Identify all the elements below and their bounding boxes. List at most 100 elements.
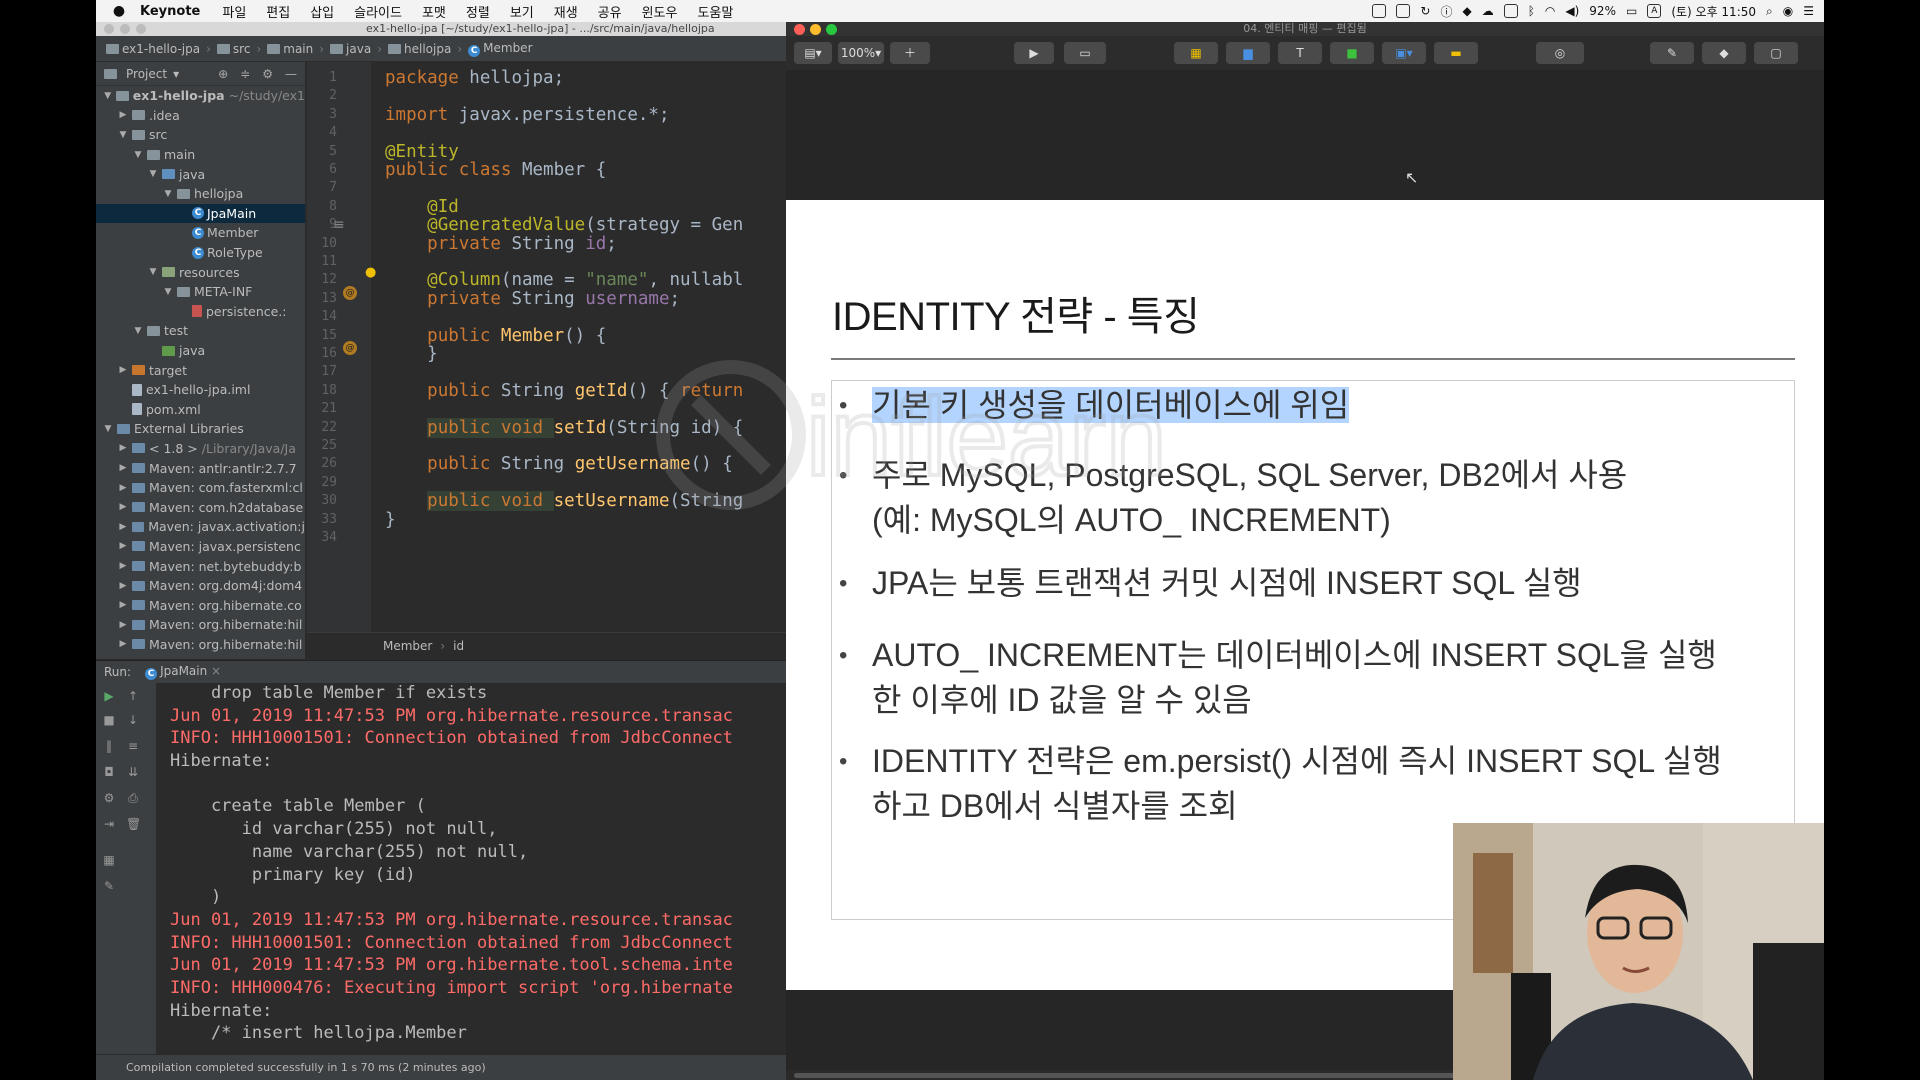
tree-item[interactable]: pom.xml <box>96 400 305 420</box>
collapse-arrow-icon[interactable]: ▼ <box>117 130 129 140</box>
menu-item-insert[interactable]: 삽입 <box>310 2 334 21</box>
ide-close-button[interactable] <box>104 24 114 34</box>
slide-title[interactable]: IDENTITY 전략 - 특징 <box>832 284 1200 342</box>
tree-item[interactable]: ▶ Maven: org.hibernate:hil <box>96 615 305 635</box>
code-line[interactable]: } <box>385 510 396 530</box>
apple-menu-icon[interactable]: ● <box>104 3 134 19</box>
menu-item-edit[interactable]: 편집 <box>266 2 290 21</box>
scroll-end-icon[interactable]: ⇊ <box>126 765 140 779</box>
collapse-icon[interactable]: ≑ <box>240 67 250 81</box>
breadcrumb-src[interactable]: src <box>216 42 250 56</box>
pause-icon[interactable]: ‖ <box>102 739 116 753</box>
tree-item[interactable]: ▼ test <box>96 321 305 341</box>
camera-icon[interactable]: ◘ <box>102 765 116 779</box>
shape-button[interactable]: ■ <box>1330 42 1374 64</box>
table-button[interactable]: ▦ <box>1174 42 1218 64</box>
code-line[interactable]: @Entity <box>385 142 459 162</box>
notification-center-icon[interactable]: ☰ <box>1803 4 1814 18</box>
menu-item-view[interactable]: 보기 <box>510 2 534 21</box>
play-button[interactable]: ▶ <box>1014 42 1054 64</box>
slide-bullet[interactable]: • 기본 키 생성을 데이터베이스에 위임 <box>834 383 1350 428</box>
shield-icon[interactable]: ◆ <box>1462 4 1471 18</box>
menu-item-window[interactable]: 윈도우 <box>642 2 678 21</box>
up-icon[interactable]: ↑ <box>126 689 140 703</box>
media-button[interactable]: ▣▾ <box>1382 42 1426 64</box>
ide-minimize-button[interactable] <box>120 24 130 34</box>
expand-arrow-icon[interactable]: ▶ <box>117 581 129 591</box>
expand-arrow-icon[interactable]: ▶ <box>117 365 129 375</box>
code-line[interactable]: private String username; <box>385 289 680 309</box>
menu-app-name[interactable]: Keynote <box>140 4 200 19</box>
tree-item[interactable]: ex1-hello-jpa.iml <box>96 380 305 400</box>
tree-item[interactable]: ▶ Maven: javax.activation:j <box>96 517 305 537</box>
code-line[interactable]: } <box>385 344 438 364</box>
code-line[interactable]: public Member() { <box>385 326 606 346</box>
expand-arrow-icon[interactable]: ▶ <box>117 483 129 493</box>
view-button[interactable]: ▤▾ <box>794 42 832 64</box>
field-marker-icon[interactable]: @ <box>343 286 357 300</box>
collaborate-button[interactable]: ◎ <box>1536 42 1584 64</box>
add-slide-button[interactable]: ＋ <box>890 42 930 64</box>
tree-item[interactable]: C JpaMain <box>96 203 305 224</box>
collapse-arrow-icon[interactable]: ▼ <box>147 169 159 179</box>
breadcrumb-java[interactable]: java <box>330 42 371 56</box>
slide-bullet[interactable]: • 주로 MySQL, PostgreSQL, SQL Server, DB2에서… <box>834 453 1627 543</box>
tree-item[interactable]: ▶ Maven: com.fasterxml:cl <box>96 478 305 498</box>
expand-arrow-icon[interactable]: ▶ <box>117 620 129 630</box>
notes-icon[interactable] <box>1372 4 1387 18</box>
code-line[interactable]: import javax.persistence.*; <box>385 105 669 125</box>
cloud-icon[interactable]: ☁ <box>1482 4 1494 18</box>
menu-item-share[interactable]: 공유 <box>598 2 622 21</box>
zoom-select[interactable]: 100%▾ <box>838 42 884 64</box>
tree-item[interactable]: ▼ ex1-hello-jpa ~/study/ex1 <box>96 86 305 106</box>
trash-icon[interactable]: 🗑 <box>126 817 141 831</box>
code-line[interactable]: @GeneratedValue(strategy = Gen <box>385 215 743 235</box>
tree-item[interactable]: ▼ java <box>96 164 305 184</box>
menu-item-arrange[interactable]: 정렬 <box>466 2 490 21</box>
tree-item[interactable]: ▶ Maven: net.bytebuddy:b <box>96 556 305 576</box>
collapse-arrow-icon[interactable]: ▼ <box>162 287 174 297</box>
siri-icon[interactable]: ◉ <box>1783 4 1793 18</box>
layout-icon[interactable]: ▦ <box>102 853 116 867</box>
locate-icon[interactable]: ⊕ <box>218 67 228 81</box>
chart-button[interactable]: ▆ <box>1226 42 1270 64</box>
code-line[interactable]: public class Member { <box>385 160 606 180</box>
bulb-icon[interactable]: ● <box>365 265 376 280</box>
collapse-arrow-icon[interactable]: ▼ <box>132 150 144 160</box>
format-button[interactable]: ✎ <box>1650 42 1694 64</box>
tree-item[interactable]: C Member <box>96 223 305 243</box>
keynote-live-button[interactable]: ▭ <box>1064 42 1106 64</box>
close-icon[interactable]: × <box>211 664 221 678</box>
settings-icon[interactable]: ⚙ <box>102 791 116 805</box>
pin-icon[interactable]: ✎ <box>102 879 116 893</box>
exit-icon[interactable]: ⇥ <box>102 817 116 831</box>
stop-icon[interactable]: ■ <box>102 713 116 727</box>
run-tab-jpamain[interactable]: C JpaMain × <box>145 664 221 680</box>
animate-button[interactable]: ◆ <box>1702 42 1746 64</box>
collapse-arrow-icon[interactable]: ▼ <box>102 424 114 434</box>
menu-item-help[interactable]: 도움말 <box>697 2 733 21</box>
tree-item[interactable]: ▼ External Libraries <box>96 419 305 439</box>
breadcrumb-member[interactable]: C Member <box>468 41 533 57</box>
slide-bullet[interactable]: • JPA는 보통 트랜잭션 커밋 시점에 INSERT SQL 실행 <box>834 561 1582 606</box>
volume-icon[interactable]: ◀) <box>1565 4 1579 18</box>
tree-item[interactable]: ▶ < 1.8 >/Library/Java/Ja <box>96 439 305 459</box>
breadcrumb-project[interactable]: ex1-hello-jpa <box>106 42 200 56</box>
menu-item-play[interactable]: 재생 <box>554 2 578 21</box>
tree-item[interactable]: ▼ hellojpa <box>96 184 305 204</box>
code-line[interactable]: public void setUsername(String <box>385 491 743 512</box>
tree-item[interactable]: ▶ Maven: org.hibernate.co <box>96 595 305 615</box>
ide-zoom-button[interactable] <box>136 24 146 34</box>
expand-arrow-icon[interactable]: ▶ <box>117 502 129 512</box>
expand-arrow-icon[interactable]: ▶ <box>117 600 129 610</box>
clock[interactable]: (토) 오후 11:50 <box>1671 3 1756 20</box>
tree-item[interactable]: ▶ target <box>96 360 305 380</box>
tree-item[interactable]: C RoleType <box>96 243 305 263</box>
collapse-arrow-icon[interactable]: ▼ <box>162 189 174 199</box>
code-line[interactable]: public String getId() { return <box>385 381 743 401</box>
editor-crumb-class[interactable]: Member <box>383 639 432 653</box>
keynote-zoom-button[interactable] <box>826 24 837 35</box>
bluetooth-icon[interactable]: ᛒ <box>1528 4 1535 18</box>
tree-item[interactable]: ▶ Maven: antlr:antlr:2.7.7 <box>96 458 305 478</box>
gear-icon[interactable]: ⚙ <box>262 67 273 81</box>
